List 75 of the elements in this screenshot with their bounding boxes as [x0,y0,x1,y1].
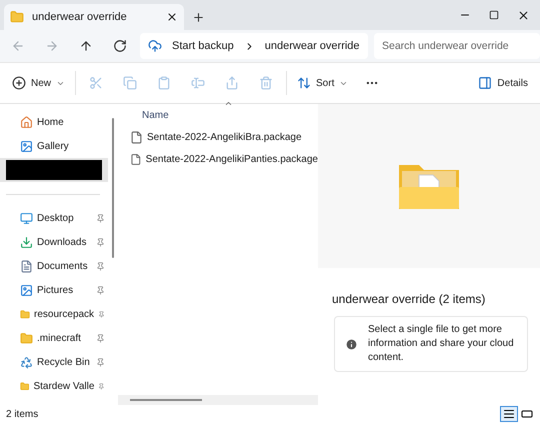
folder-icon [20,332,33,344]
breadcrumb[interactable]: underwear override [264,40,360,52]
image-icon [20,284,33,296]
sidebar-label: .minecraft [37,332,82,344]
sidebar-label: Stardew Valle [33,380,94,392]
window-tab[interactable]: underwear override [4,4,184,30]
column-header[interactable]: Name [142,110,169,120]
download-icon [20,236,33,248]
sidebar-item[interactable]: .minecraft [0,326,108,350]
sidebar-label: Downloads [37,236,88,248]
details-view-button[interactable] [500,406,518,422]
sort-icon [297,76,312,90]
panel-icon [478,76,492,90]
file-name: Sentate-2022-AngelikiBra.package [147,132,302,142]
folder-icon [10,10,24,24]
sidebar-label: resourcepack [34,308,94,320]
details-title: underwear override (2 items) [331,291,486,306]
sidebar-item[interactable]: Downloads [0,230,108,254]
details-button[interactable]: Details [474,68,532,98]
file-icon [130,130,143,144]
sidebar-item[interactable]: Documents [0,254,108,278]
arrow-icon [45,39,59,53]
sidebar-item[interactable]: resourcepack [0,302,108,326]
sidebar-item[interactable]: Gallery [0,134,108,158]
clipboard-icon [157,76,172,90]
sidebar-label: Desktop [37,212,75,224]
recycle-bin-icon [20,356,33,368]
sidebar-label: Gallery [37,140,70,152]
info-icon [345,338,358,350]
file-row[interactable]: Sentate-2022-AngelikiBra.package [118,126,318,148]
sidebar-label: Documents [37,260,89,272]
info-text: Select a single file to get more information and share your cloud content. [368,323,515,365]
sidebar-label: Home [37,116,65,128]
close-icon[interactable] [517,8,530,22]
refresh-icon [113,39,127,53]
image-icon [20,140,33,152]
scrollbar-thumb[interactable] [130,399,202,401]
scissors-icon [89,76,104,90]
text-cursor-icon [191,76,206,90]
close-icon[interactable] [166,11,178,23]
sidebar-item[interactable] [0,158,108,182]
copy-icon [123,76,138,90]
plus-circle-icon [12,76,26,90]
breadcrumb[interactable]: Start backup [172,40,234,52]
sidebar-item[interactable]: Home [0,110,108,134]
search-field[interactable]: Search underwear override [374,33,540,59]
tiles-icon [521,408,533,420]
sidebar-item[interactable]: Stardew Valle [0,374,108,398]
scrollbar-thumb[interactable] [112,118,114,258]
list-icon [503,408,515,420]
folder-icon [20,380,30,392]
monitor-icon [20,212,33,224]
cloud-icon [148,39,162,53]
sidebar-label: Recycle Bin [37,356,91,368]
arrow-icon [79,39,93,53]
sidebar-item[interactable]: Recycle Bin [0,350,108,374]
new-button[interactable]: New [8,68,70,98]
sidebar-label: Pictures [37,284,74,296]
file-row[interactable]: Sentate-2022-AngelikiPanties.package [118,148,318,170]
item-count: 2 items [6,408,38,420]
trash-icon [259,76,274,90]
sort-caret-icon [224,99,233,108]
file-name: Sentate-2022-AngelikiPanties.package [146,154,318,164]
share-icon [225,76,240,90]
file-icon [130,152,142,166]
house-icon [20,116,33,128]
tab-title: underwear override [32,11,128,23]
sort-button[interactable]: Sort [293,68,352,98]
address-bar[interactable]: Start backup underwear override [140,33,368,59]
sidebar-item[interactable]: Pictures [0,278,108,302]
folder-icon [20,308,30,320]
maximize-icon[interactable] [489,10,499,20]
document-icon [20,260,33,272]
plus-icon [192,10,204,24]
sidebar-item[interactable]: Desktop [0,206,108,230]
